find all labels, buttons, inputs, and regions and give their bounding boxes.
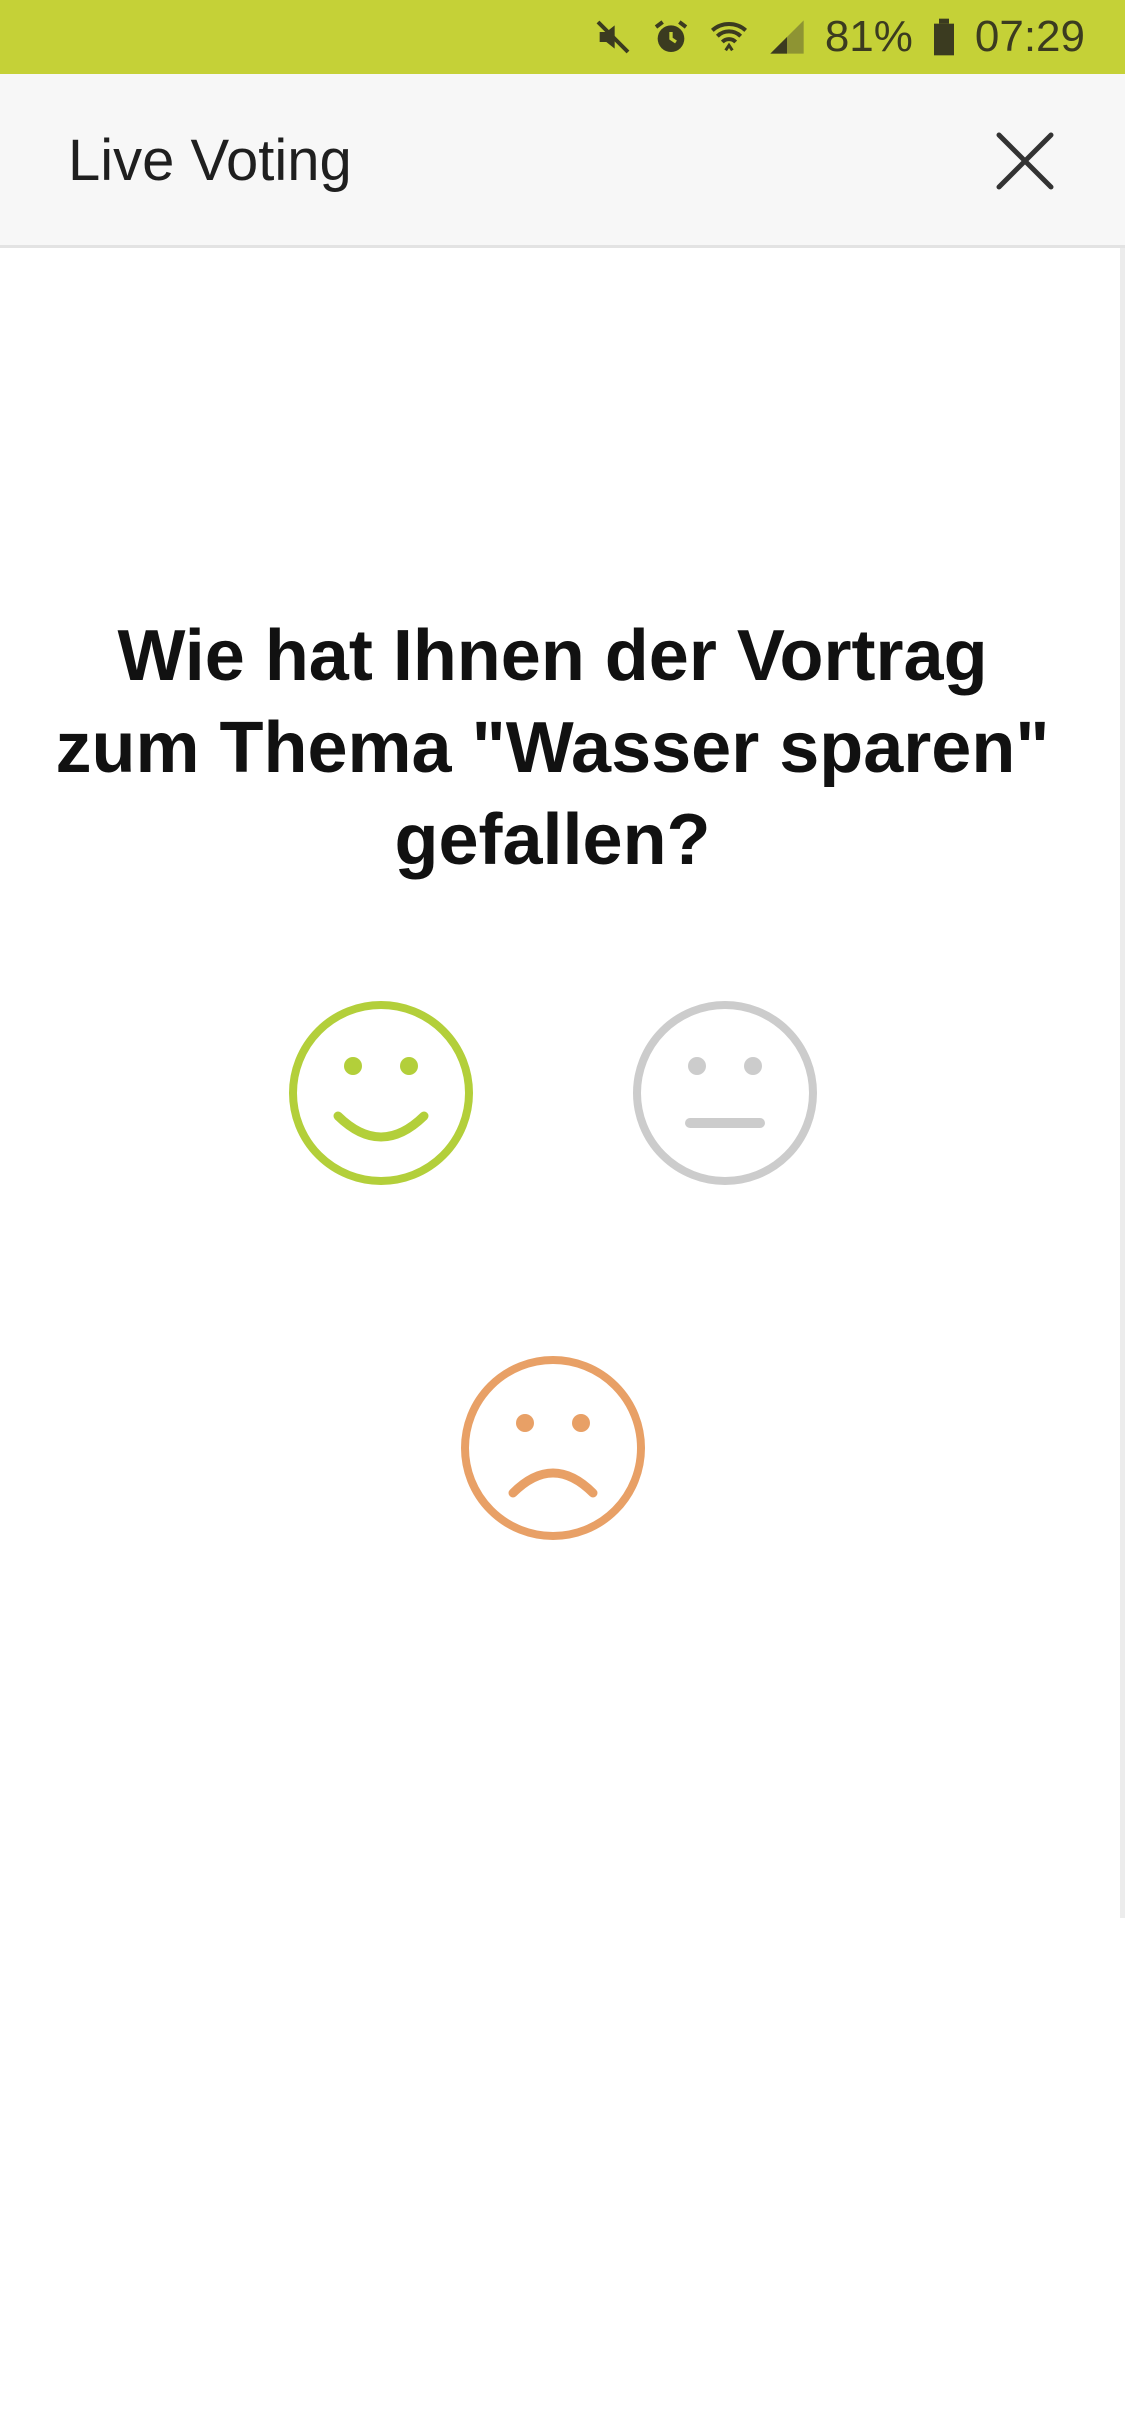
vote-sad-button[interactable] [458, 1353, 648, 1543]
vote-neutral-button[interactable] [630, 998, 820, 1188]
vote-happy-button[interactable] [286, 998, 476, 1188]
battery-percentage: 81% [824, 12, 913, 61]
close-icon [996, 132, 1054, 190]
neutral-face-icon [633, 1001, 817, 1185]
scroll-indicator [1120, 248, 1125, 1918]
signal-icon [767, 17, 807, 57]
voting-question: Wie hat Ihnen der Vortrag zum Thema "Was… [55, 616, 1050, 880]
sad-face-icon [461, 1356, 645, 1540]
happy-face-icon [289, 1001, 473, 1185]
status-time: 07:29 [974, 12, 1085, 61]
page-title: Live Voting [68, 128, 352, 193]
mute-icon [593, 17, 633, 57]
alarm-icon [651, 17, 691, 57]
app-bar: Live Voting [0, 74, 1125, 248]
battery-icon [931, 17, 957, 57]
status-icons: 81% 07:29 [593, 0, 1125, 74]
wifi-icon [709, 17, 749, 57]
close-button[interactable] [985, 121, 1065, 201]
status-bar: 81% 07:29 [0, 0, 1125, 74]
